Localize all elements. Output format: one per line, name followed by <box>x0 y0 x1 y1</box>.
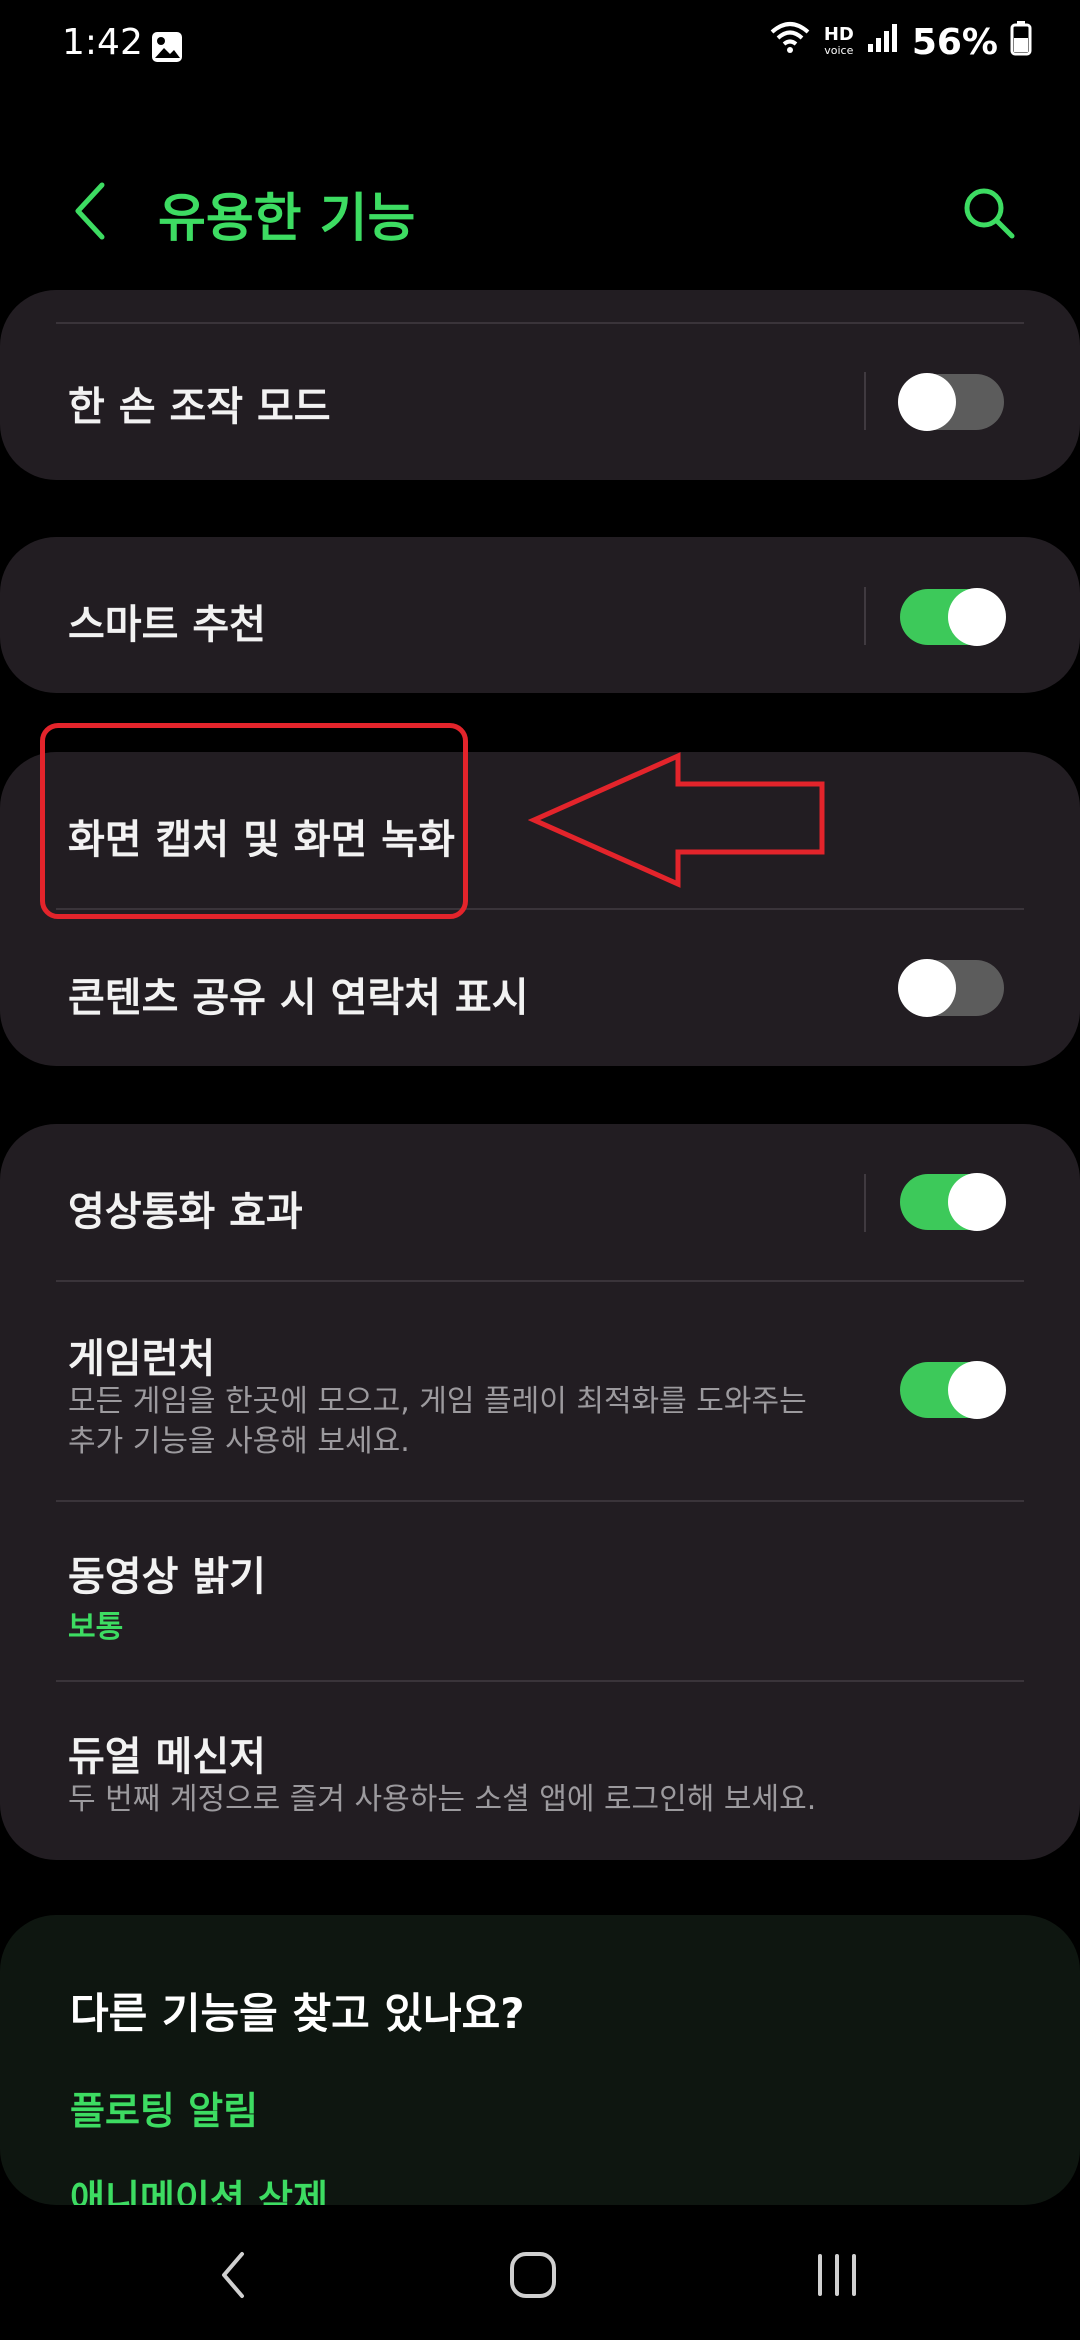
status-time: 1:42 <box>62 22 143 63</box>
annotation-arrow-icon <box>527 750 828 894</box>
setting-subtitle: 모든 게임을 한곳에 모으고, 게임 플레이 최적화를 도와주는 <box>68 1384 807 1419</box>
setting-title: 영상통화 효과 <box>68 1189 303 1235</box>
setting-title: 듀얼 메신저 <box>68 1734 266 1780</box>
home-icon <box>510 2252 556 2298</box>
nav-recents-button[interactable] <box>792 2235 882 2315</box>
separator <box>864 587 866 645</box>
chevron-left-icon <box>75 182 105 240</box>
separator <box>864 1174 866 1232</box>
setting-title: 한 손 조작 모드 <box>68 384 331 430</box>
search-button[interactable] <box>954 178 1024 248</box>
status-right: HD voice 56% <box>768 20 1032 65</box>
video-call-toggle[interactable] <box>900 1173 1006 1231</box>
setting-value: 보통 <box>68 1610 124 1645</box>
setting-title: 스마트 추천 <box>68 602 266 648</box>
setting-title: 콘텐츠 공유 시 연락처 표시 <box>68 975 529 1021</box>
suggestions-card <box>0 1915 1080 2205</box>
signal-icon <box>866 22 900 63</box>
recents-icon <box>818 2254 856 2296</box>
suggestions-title: 다른 기능을 찾고 있나요? <box>70 1989 525 2038</box>
nav-back-button[interactable] <box>188 2235 278 2315</box>
search-icon <box>964 188 1015 239</box>
suggestion-link-floating-notifications[interactable]: 플로팅 알림 <box>70 2080 258 2135</box>
setting-video-call-effects[interactable]: 영상통화 효과 <box>0 1124 1080 1280</box>
separator <box>864 372 866 430</box>
page-title: 유용한 기능 <box>158 189 416 249</box>
wifi-icon <box>768 20 812 65</box>
suggestion-link-remove-animations[interactable]: 애니메이션 삭제 <box>70 2168 328 2205</box>
setting-dual-messenger[interactable]: 듀얼 메신저 두 번째 계정으로 즐겨 사용하는 소셜 앱에 로그인해 보세요. <box>0 1682 1080 1860</box>
setting-subtitle: 추가 기능을 사용해 보세요. <box>68 1424 410 1459</box>
setting-title: 동영상 밝기 <box>68 1554 266 1600</box>
setting-video-brightness[interactable]: 동영상 밝기 보통 <box>0 1502 1080 1680</box>
smart-suggest-toggle[interactable] <box>900 588 1006 646</box>
annotation-highlight-box <box>40 723 468 919</box>
game-launcher-toggle[interactable] <box>900 1361 1006 1419</box>
setting-subtitle: 두 번째 계정으로 즐겨 사용하는 소셜 앱에 로그인해 보세요. <box>68 1782 817 1817</box>
setting-smart-suggest[interactable]: 스마트 추천 <box>0 537 1080 693</box>
contact-share-toggle[interactable] <box>898 959 1004 1017</box>
setting-contact-share[interactable]: 콘텐츠 공유 시 연락처 표시 <box>0 910 1080 1066</box>
one-hand-toggle[interactable] <box>898 373 1004 431</box>
nav-home-button[interactable] <box>488 2235 578 2315</box>
battery-icon <box>1010 20 1032 65</box>
battery-percent: 56% <box>911 22 998 63</box>
setting-title: 게임런처 <box>68 1336 216 1382</box>
nav-back-icon <box>222 2252 244 2298</box>
gallery-notification-icon <box>150 30 184 68</box>
setting-one-hand-mode[interactable]: 한 손 조작 모드 <box>0 322 1080 480</box>
hd-voice-badge: HD voice <box>823 23 854 57</box>
setting-game-launcher[interactable]: 게임런처 모든 게임을 한곳에 모으고, 게임 플레이 최적화를 도와주는 추가… <box>0 1282 1080 1500</box>
back-button[interactable] <box>60 175 120 247</box>
